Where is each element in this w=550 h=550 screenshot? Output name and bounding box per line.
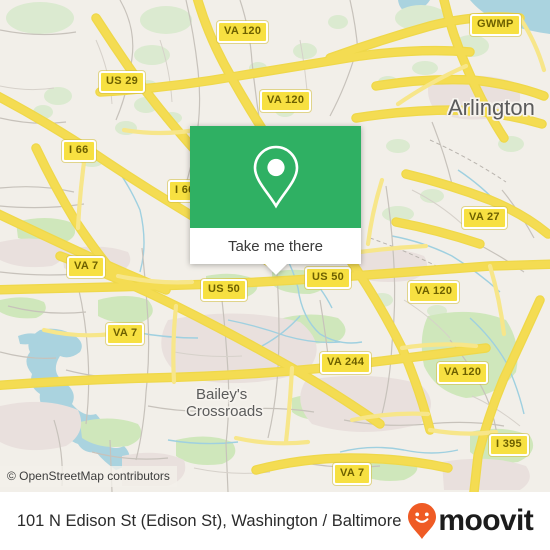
map-shield-label: VA 7 bbox=[106, 323, 145, 345]
map-shield-label: I 395 bbox=[489, 434, 529, 456]
map-shield-label: VA 120 bbox=[437, 362, 489, 384]
map-shield-label: VA 7 bbox=[67, 256, 106, 278]
map-shield-label: US 29 bbox=[99, 71, 146, 93]
bottom-info-bar: 101 N Edison St (Edison St), Washington … bbox=[0, 492, 550, 550]
address-text: 101 N Edison St (Edison St), Washington … bbox=[16, 511, 402, 530]
osm-attribution-text: © OpenStreetMap contributors bbox=[7, 469, 170, 483]
map-shield-label: VA 244 bbox=[320, 352, 372, 374]
map-pin-icon bbox=[253, 145, 298, 209]
map-shield-label: VA 7 bbox=[333, 463, 372, 485]
take-me-there-label: Take me there bbox=[227, 237, 324, 255]
moovit-map-screen: .land { fill:#f2efe9; } .green { fill:#c… bbox=[0, 0, 550, 550]
popup-marker-area bbox=[190, 126, 361, 228]
osm-attribution[interactable]: © OpenStreetMap contributors bbox=[0, 466, 177, 487]
place-label-baileys: Bailey's bbox=[196, 386, 248, 403]
map-shield-label: VA 27 bbox=[462, 207, 507, 229]
map-shield-label: VA 120 bbox=[260, 90, 312, 112]
place-label-arlington: Arlington bbox=[448, 95, 535, 120]
take-me-there-button[interactable]: Take me there bbox=[190, 228, 361, 264]
moovit-brand[interactable]: moovit bbox=[407, 502, 534, 540]
map-canvas[interactable]: .land { fill:#f2efe9; } .green { fill:#c… bbox=[0, 0, 550, 492]
map-shield-label: US 50 bbox=[201, 279, 248, 301]
map-shield-label: VA 120 bbox=[217, 21, 269, 43]
map-shield-label: VA 120 bbox=[408, 281, 460, 303]
map-shield-label: I 66 bbox=[62, 140, 96, 162]
popup-pointer-tail bbox=[264, 264, 287, 275]
map-shield-label: GWMP bbox=[470, 14, 521, 36]
place-label-crossroads: Crossroads bbox=[186, 403, 263, 420]
moovit-wordmark: moovit bbox=[438, 504, 534, 537]
moovit-smiley-pin-icon bbox=[408, 503, 437, 539]
destination-popup-card[interactable]: Take me there bbox=[190, 126, 361, 275]
